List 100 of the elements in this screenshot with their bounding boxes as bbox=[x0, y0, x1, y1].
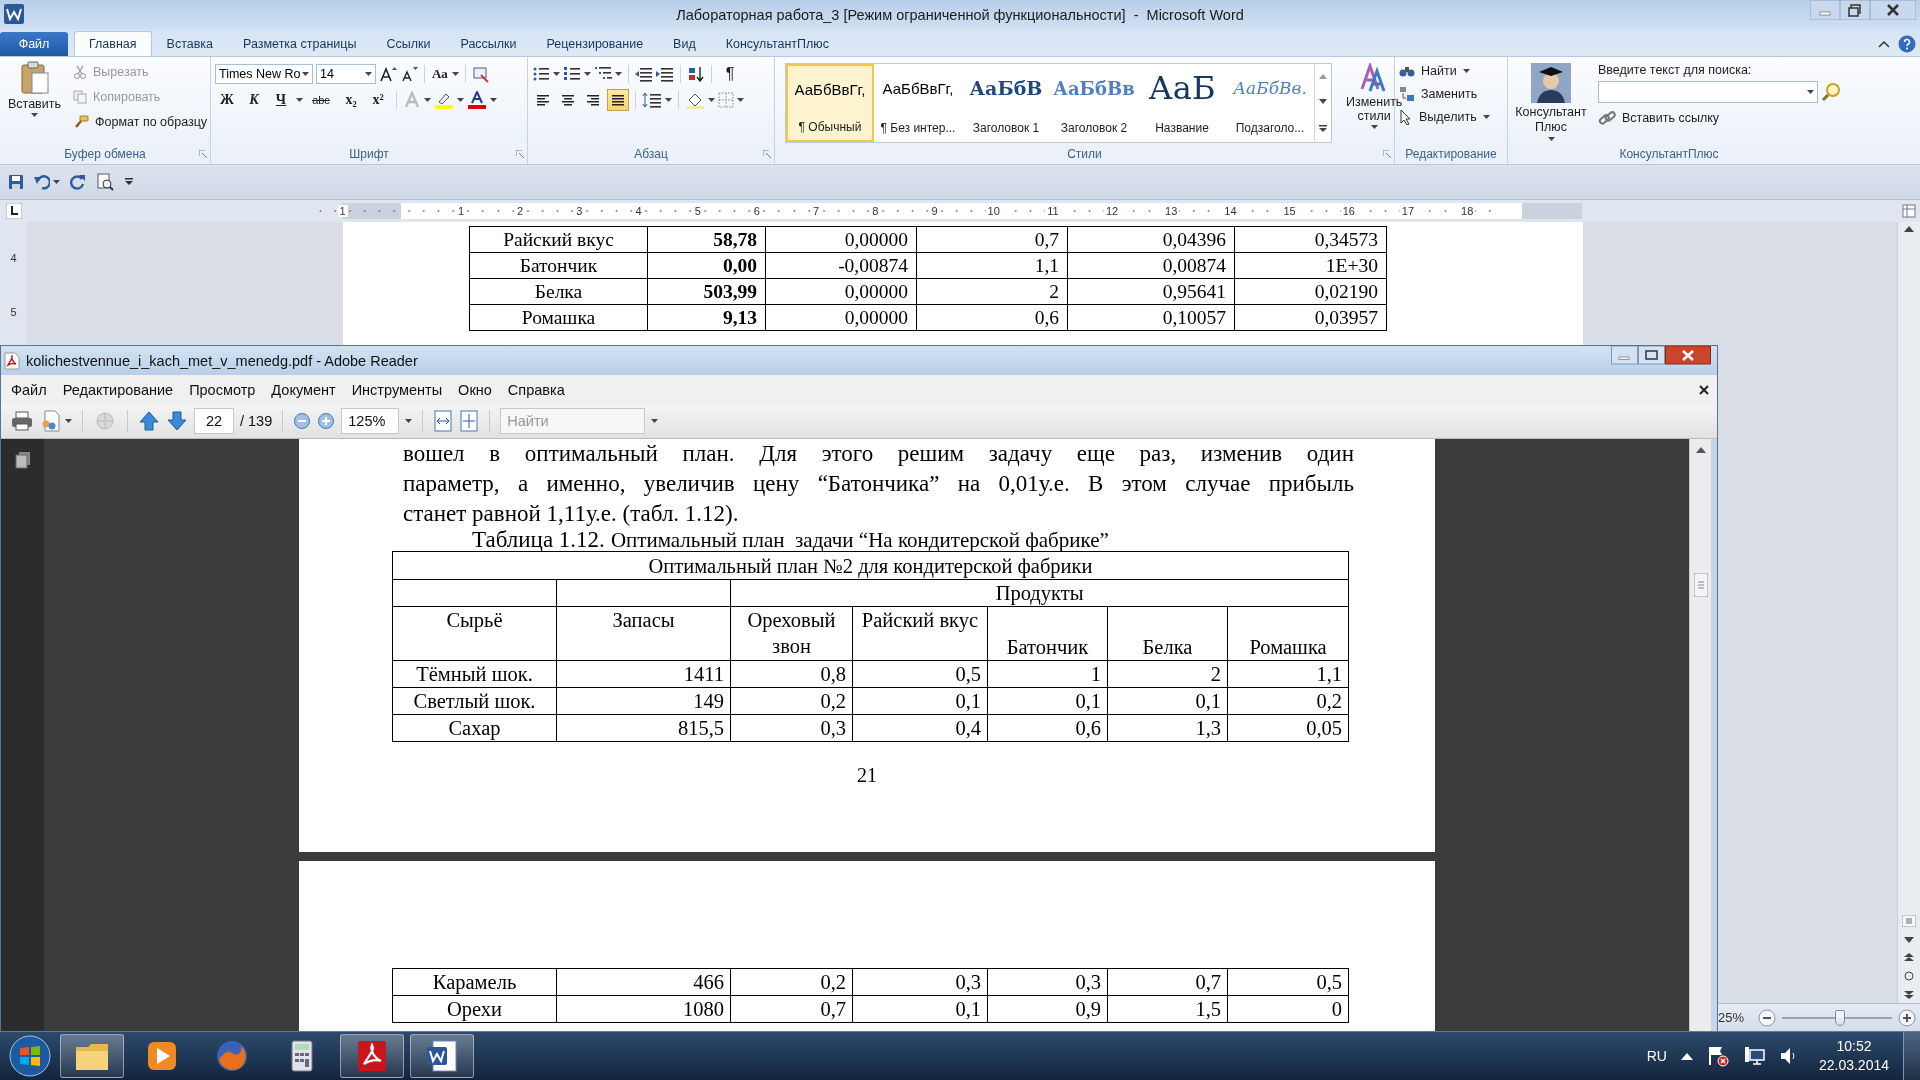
menu-item[interactable]: Документ bbox=[263, 381, 344, 398]
caret-icon[interactable] bbox=[553, 72, 560, 76]
caret-icon[interactable] bbox=[365, 72, 372, 76]
flag-error-icon[interactable] bbox=[1706, 1045, 1729, 1067]
print-icon[interactable] bbox=[11, 411, 33, 431]
numbering-icon[interactable] bbox=[563, 66, 581, 82]
sort-icon[interactable] bbox=[687, 66, 705, 82]
dialog-launcher-icon[interactable] bbox=[199, 150, 207, 158]
caret-icon[interactable] bbox=[296, 98, 303, 102]
zoom-slider[interactable] bbox=[1835, 1009, 1846, 1026]
caret-icon[interactable] bbox=[651, 419, 659, 423]
menu-item[interactable]: Редактирование bbox=[54, 381, 182, 398]
caret-icon[interactable] bbox=[737, 98, 744, 102]
line-spacing-icon[interactable] bbox=[642, 92, 662, 108]
subscript-button[interactable]: x₂ bbox=[339, 89, 363, 111]
network-icon[interactable] bbox=[1742, 1045, 1765, 1067]
dialog-launcher-icon[interactable] bbox=[1383, 150, 1391, 158]
style-item[interactable]: АаБбВвГг, ¶ Без интер... bbox=[874, 64, 962, 142]
caret-icon[interactable] bbox=[490, 98, 497, 102]
menu-item[interactable]: Инструменты bbox=[343, 381, 451, 398]
pdf-file-icon[interactable] bbox=[4, 351, 20, 370]
zoom-level[interactable]: 25% bbox=[1717, 1010, 1744, 1025]
find-button[interactable]: Найти bbox=[1399, 60, 1503, 82]
bold-button[interactable]: Ж bbox=[215, 89, 239, 111]
grow-font-icon[interactable] bbox=[379, 65, 397, 83]
close-document-icon[interactable] bbox=[1699, 384, 1709, 395]
scroll-thumb-icon[interactable] bbox=[1693, 573, 1708, 597]
italic-button[interactable]: К bbox=[242, 89, 266, 111]
multilevel-list-icon[interactable] bbox=[594, 66, 612, 82]
font-name-field[interactable]: Times New Ro bbox=[215, 64, 313, 84]
caret-icon[interactable] bbox=[457, 98, 464, 102]
help-icon[interactable] bbox=[1898, 35, 1916, 53]
zoom-out-icon[interactable] bbox=[293, 412, 312, 430]
word-logo-icon[interactable] bbox=[4, 4, 24, 24]
search-icon[interactable] bbox=[1821, 82, 1841, 102]
print-preview-icon[interactable] bbox=[96, 173, 114, 191]
next-page-icon[interactable] bbox=[166, 410, 188, 432]
close-icon[interactable] bbox=[1870, 0, 1916, 20]
search-field[interactable] bbox=[1598, 81, 1818, 103]
caret-icon[interactable] bbox=[1462, 69, 1470, 73]
style-item[interactable]: АаБбВ Заголовок 1 bbox=[962, 64, 1050, 142]
caret-icon[interactable] bbox=[65, 419, 72, 423]
scroll-down-icon[interactable] bbox=[1904, 937, 1914, 943]
fit-width-icon[interactable] bbox=[433, 410, 454, 432]
previous-page-icon[interactable] bbox=[138, 410, 160, 432]
underline-button[interactable]: Ч bbox=[269, 89, 293, 111]
clock-date[interactable]: 22.03.2014 bbox=[1818, 1056, 1889, 1075]
ribbon-tab[interactable]: Вставка bbox=[151, 31, 229, 56]
menu-item[interactable]: Справка bbox=[499, 381, 573, 398]
show-formatting-marks-button[interactable]: ¶ bbox=[718, 63, 742, 85]
menu-item[interactable]: Файл bbox=[3, 381, 55, 398]
dialog-launcher-icon[interactable] bbox=[763, 150, 771, 158]
zoom-in-icon[interactable] bbox=[1898, 1008, 1916, 1027]
next-page-icon[interactable] bbox=[1904, 991, 1914, 999]
taskbar-button[interactable] bbox=[410, 1034, 474, 1078]
taskbar-button[interactable] bbox=[340, 1034, 404, 1078]
caret-icon[interactable] bbox=[405, 419, 413, 423]
redo-icon[interactable] bbox=[70, 174, 86, 190]
menu-item[interactable]: Просмотр bbox=[181, 381, 264, 398]
style-item[interactable]: АаБбВв. Подзаголо... bbox=[1226, 64, 1314, 142]
file-tab[interactable]: Файл bbox=[0, 32, 68, 56]
gallery-up-icon[interactable] bbox=[1319, 74, 1327, 80]
select-button[interactable]: Выделить bbox=[1399, 106, 1503, 128]
zoom-field[interactable]: 125% bbox=[341, 408, 400, 434]
style-item[interactable]: АаБ Название bbox=[1138, 64, 1226, 142]
gallery-more-icon[interactable] bbox=[1319, 124, 1327, 132]
change-case-button[interactable]: Аа bbox=[431, 63, 449, 85]
bullets-icon[interactable] bbox=[532, 66, 550, 82]
caret-icon[interactable] bbox=[1807, 90, 1814, 94]
consultant-button[interactable]: Консультант Плюс bbox=[1512, 61, 1590, 144]
decrease-indent-icon[interactable] bbox=[635, 66, 653, 82]
ribbon-tab[interactable]: Главная bbox=[74, 31, 152, 56]
highlighter-icon[interactable] bbox=[434, 91, 454, 109]
ribbon-tab[interactable]: Рассылки bbox=[445, 31, 532, 56]
style-item[interactable]: АаБбВвГг, ¶ Обычный bbox=[786, 64, 874, 142]
clock-time[interactable]: 10:52 bbox=[1836, 1037, 1872, 1056]
caret-icon[interactable] bbox=[1370, 125, 1378, 129]
ribbon-tab[interactable]: КонсультантПлюс bbox=[710, 31, 844, 56]
customize-toolbar-icon[interactable] bbox=[124, 178, 134, 186]
save-icon[interactable] bbox=[8, 174, 24, 190]
ribbon-tab[interactable]: Разметка страницы bbox=[228, 31, 372, 56]
ribbon-tab[interactable]: Вид bbox=[658, 31, 711, 56]
language-indicator[interactable]: RU bbox=[1646, 1048, 1667, 1064]
show-desktop-button[interactable] bbox=[1903, 1032, 1920, 1080]
caret-icon[interactable] bbox=[584, 72, 591, 76]
scroll-grip-icon[interactable] bbox=[1902, 915, 1916, 927]
ribbon-tab[interactable]: Ссылки bbox=[371, 31, 446, 56]
paste-button[interactable]: Вставить bbox=[4, 61, 65, 144]
page-number-field[interactable]: 22 bbox=[194, 408, 234, 434]
font-size-field[interactable]: 14 bbox=[316, 64, 376, 84]
scroll-up-icon[interactable] bbox=[1904, 226, 1914, 232]
shading-icon[interactable] bbox=[685, 91, 705, 109]
restore-icon[interactable] bbox=[1840, 0, 1870, 20]
menu-item[interactable]: Окно bbox=[450, 381, 500, 398]
undo-icon[interactable] bbox=[34, 174, 50, 190]
clear-formatting-icon[interactable] bbox=[471, 65, 490, 83]
minimize-ribbon-icon[interactable] bbox=[1878, 39, 1890, 49]
caret-icon[interactable] bbox=[53, 180, 60, 184]
caret-icon[interactable] bbox=[1547, 137, 1555, 141]
superscript-button[interactable]: x² bbox=[366, 89, 390, 111]
